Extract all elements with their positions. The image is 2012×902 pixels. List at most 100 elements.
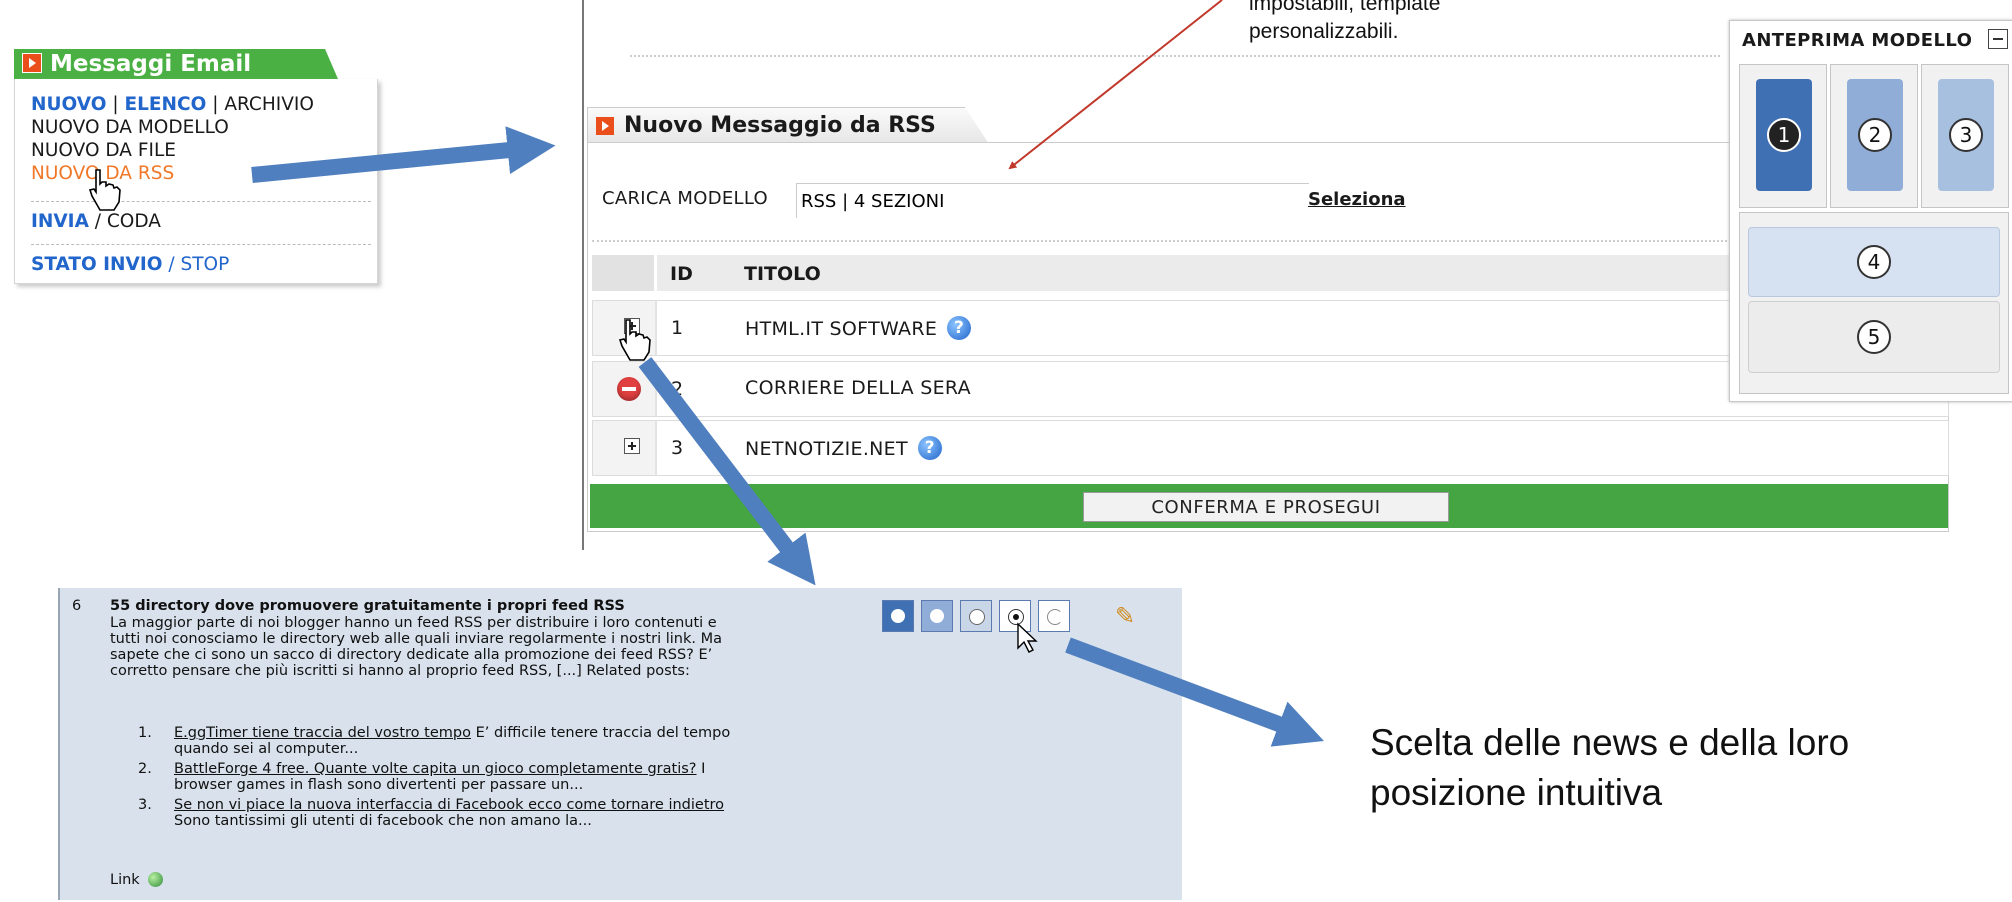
menu-link-nuovo[interactable]: NUOVO (31, 94, 106, 115)
menu-link-elenco[interactable]: ELENCO (124, 94, 206, 115)
header-cell-empty (592, 255, 657, 291)
layout-block-5[interactable]: 5 (1748, 301, 2000, 373)
separator: / (88, 211, 107, 232)
block-number-4: 4 (1857, 245, 1891, 279)
menu-title: Messaggi Email (50, 51, 252, 77)
anteprima-title: ANTEPRIMA MODELLO (1742, 30, 1973, 51)
block-number-1: 1 (1767, 118, 1801, 152)
rss-panel-title: Nuovo Messaggio da RSS (624, 113, 936, 138)
position-button-2[interactable] (921, 600, 953, 632)
table-row: 3 NETNOTIZIE.NET? (592, 420, 1949, 476)
related-link[interactable]: Se non vi piace la nuova interfaccia di … (174, 797, 724, 813)
block-number-3: 3 (1949, 118, 1983, 152)
position-button-4[interactable] (999, 600, 1031, 632)
arrow-right-icon (596, 117, 614, 135)
radio-dot (969, 609, 985, 625)
layout-block-4[interactable]: 4 (1748, 227, 2000, 297)
anteprima-modello-panel: ANTEPRIMA MODELLO 1 2 3 4 5 (1729, 20, 2012, 402)
menu-row-stato: STATO INVIO / STOP (31, 254, 229, 276)
row-id: 1 (671, 317, 684, 339)
layout-block-1[interactable]: 1 (1756, 79, 1812, 191)
callout-top: impostabili, template personalizzabili. (1249, 0, 1440, 46)
related-number: 2. (138, 761, 152, 777)
broom-icon[interactable]: ✎ (1115, 602, 1135, 630)
layout-cell-2: 2 (1830, 64, 1918, 208)
row-title-text: HTML.IT SOFTWARE (745, 318, 938, 340)
layout-cell-3: 3 (1921, 64, 2009, 208)
news-body-line: La maggior parte di noi blogger hanno un… (110, 615, 717, 631)
block-number-2: 2 (1858, 118, 1892, 152)
related-number: 3. (138, 797, 152, 813)
help-icon[interactable]: ? (947, 316, 972, 340)
news-body-line: corretto pensare che più iscritti si han… (110, 663, 690, 679)
column-header-id: ID (670, 263, 693, 285)
row-title: HTML.IT SOFTWARE? (745, 316, 972, 340)
related-text: browser games in flash sono divertenti p… (174, 777, 584, 793)
related-item: E.ggTimer tiene traccia del vostro tempo… (174, 725, 730, 741)
menu-link-invia[interactable]: INVIA (31, 211, 89, 232)
news-body-line: tutti noi conosciamo le directory web al… (110, 631, 722, 647)
callout-top-line2: personalizzabili. (1249, 20, 1399, 43)
callout-top-line1: impostabili, template (1249, 0, 1441, 15)
menu-header: Messaggi Email (14, 49, 338, 79)
news-body-line: sapete che ci sono un sacco di directory… (110, 647, 713, 663)
seleziona-link[interactable]: Seleziona (1308, 189, 1406, 210)
layout-block-2[interactable]: 2 (1847, 79, 1903, 191)
menu-link-stop[interactable]: STOP (180, 254, 229, 275)
position-button-5[interactable] (1038, 600, 1070, 632)
menu-link-nuovo-da-modello[interactable]: NUOVO DA MODELLO (31, 117, 229, 139)
position-button-1[interactable] (882, 600, 914, 632)
row-action-cell (593, 301, 657, 355)
row-title: NETNOTIZIE.NET? (745, 436, 942, 460)
layout-cell-bottom: 4 5 (1739, 212, 2009, 394)
row-action-cell (593, 362, 657, 416)
menu-link-nuovo-da-file[interactable]: NUOVO DA FILE (31, 140, 176, 162)
related-item: Se non vi piace la nuova interfaccia di … (174, 797, 724, 813)
modello-input[interactable] (796, 183, 1309, 218)
carica-modello-label: CARICA MODELLO (602, 188, 769, 209)
menu-link-stato-invio[interactable]: STATO INVIO (31, 254, 162, 275)
layout-cell-1: 1 (1739, 64, 1827, 208)
confirm-button[interactable]: CONFERMA E PROSEGUI (1083, 492, 1449, 522)
separator: | (206, 94, 225, 115)
expand-icon[interactable] (624, 318, 640, 334)
layout-block-3[interactable]: 3 (1938, 79, 1994, 191)
related-link[interactable]: BattleForge 4 free. Quante volte capita … (174, 761, 697, 777)
arrow-right-icon (22, 53, 42, 73)
menu-link-nuovo-da-rss[interactable]: NUOVO DA RSS (31, 163, 174, 185)
related-link[interactable]: E.ggTimer tiene traccia del vostro tempo (174, 725, 471, 741)
news-number: 6 (72, 598, 82, 614)
menu-box: NUOVO | ELENCO | ARCHIVIO NUOVO DA MODEL… (14, 79, 378, 284)
radio-dot (891, 609, 905, 623)
divider (31, 201, 371, 202)
news-link-row: Link (110, 872, 164, 888)
globe-icon[interactable] (148, 872, 164, 887)
column-header-titolo: TITOLO (744, 263, 821, 285)
related-text: E’ difficile tenere traccia del tempo (470, 725, 731, 741)
callout-bottom-line2: posizione intuitiva (1370, 772, 1663, 813)
row-action-cell (593, 421, 657, 475)
menu-link-archivio[interactable]: ARCHIVIO (224, 94, 314, 115)
rss-panel-tab: Nuovo Messaggio da RSS (587, 107, 989, 144)
related-text: Sono tantissimi gli utenti di facebook c… (174, 813, 592, 829)
related-item: BattleForge 4 free. Quante volte capita … (174, 761, 705, 777)
collapse-icon[interactable] (1988, 29, 2008, 49)
radio-dot (1008, 609, 1024, 625)
help-icon[interactable]: ? (917, 436, 942, 460)
block-number-5: 5 (1857, 320, 1891, 354)
remove-icon[interactable] (617, 377, 641, 401)
news-link-label[interactable]: Link (110, 872, 140, 888)
row-id: 3 (671, 437, 684, 459)
news-title[interactable]: 55 directory dove promuovere gratuitamen… (110, 598, 625, 614)
menu-link-coda[interactable]: CODA (107, 211, 161, 232)
related-text: quando sei al computer... (174, 741, 359, 757)
row-title-text: NETNOTIZIE.NET (745, 438, 908, 460)
expand-icon[interactable] (624, 438, 640, 454)
radio-dot (1047, 609, 1063, 625)
email-menu: Messaggi Email NUOVO | ELENCO | ARCHIVIO… (8, 49, 378, 289)
position-button-3[interactable] (960, 600, 992, 632)
callout-bottom-line1: Scelta delle news e della loro (1370, 722, 1850, 763)
callout-bottom: Scelta delle news e della loro posizione… (1370, 718, 1849, 818)
divider (31, 244, 371, 245)
related-number: 1. (138, 725, 152, 741)
